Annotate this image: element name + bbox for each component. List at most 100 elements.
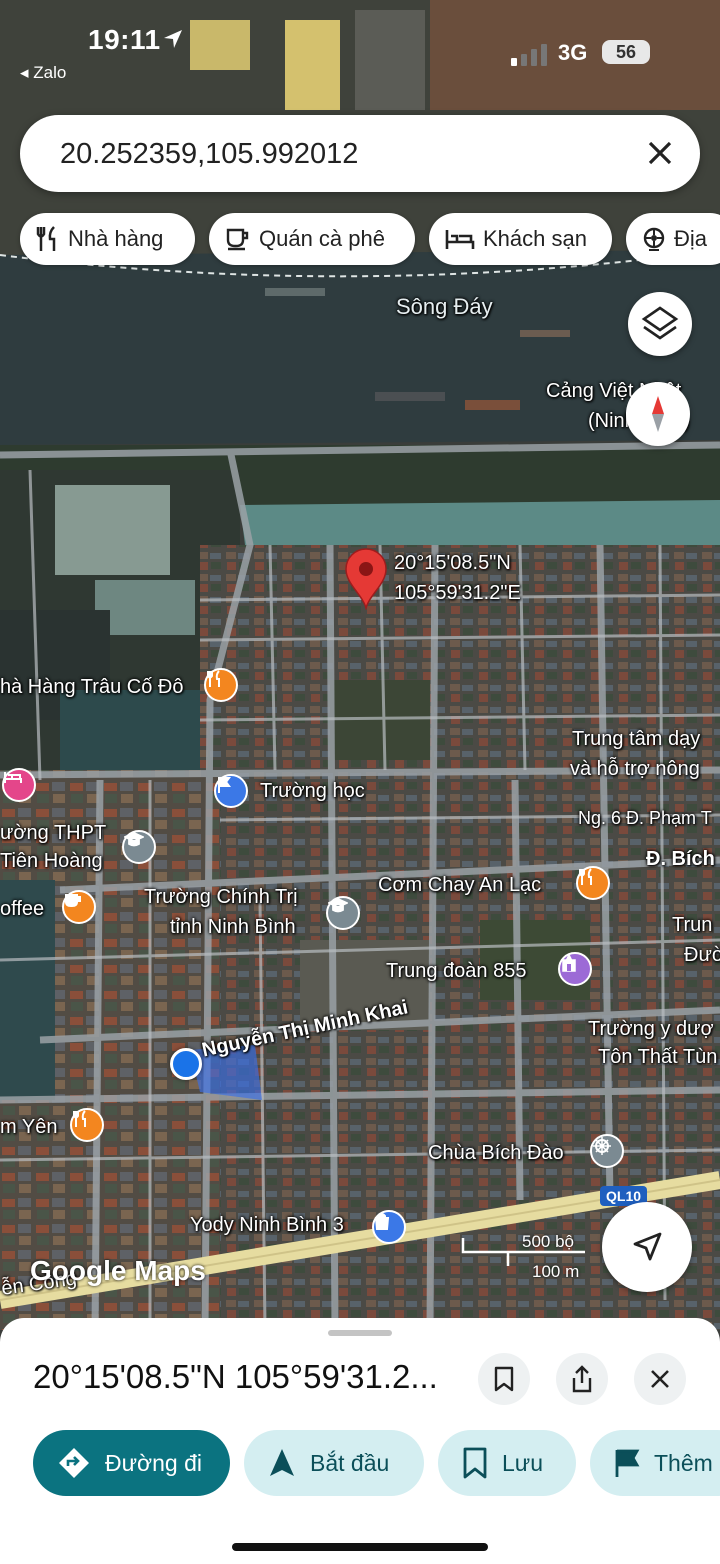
restaurant-icon: [36, 226, 56, 251]
chip-coffee-label: Quán cà phê: [259, 226, 385, 251]
coffee-icon: [226, 228, 249, 251]
clear-search-icon[interactable]: [644, 137, 676, 169]
shopping-bag-icon: [374, 1213, 390, 1230]
pagoda-poi[interactable]: [590, 1134, 624, 1168]
directions-button[interactable]: Đường đi: [33, 1430, 230, 1496]
restaurant-icon: [579, 868, 592, 885]
category-chips: Nhà hàng Quán cà phê Khách sạn Địa: [20, 213, 720, 265]
close-sheet-button[interactable]: [634, 1353, 686, 1405]
bookmark-icon: [463, 1447, 487, 1479]
yody-store-poi[interactable]: [372, 1210, 406, 1244]
vegetarian-restaurant-label[interactable]: Cơm Chay An Lạc: [378, 874, 541, 897]
chip-coffee[interactable]: Quán cà phê: [209, 213, 415, 265]
map-view[interactable]: Sông Đáy Cảng Việt Nhật (Ninh Bình) 20°1…: [0, 0, 720, 1330]
battery-indicator: 56: [602, 40, 650, 64]
map-pin-icon: [345, 548, 387, 610]
chip-hotels[interactable]: Khách sạn: [429, 213, 612, 265]
scale-metric: 100 m: [532, 1262, 580, 1281]
coffee-label[interactable]: offee: [0, 898, 44, 921]
search-bar[interactable]: [20, 115, 700, 192]
scale-bar: 500 bộ 100 m: [460, 1232, 590, 1292]
share-icon: [572, 1365, 592, 1393]
chip-attractions[interactable]: Địa: [626, 213, 720, 265]
save-label: Lưu: [502, 1449, 543, 1476]
back-to-app-link[interactable]: ◂ Zalo: [20, 63, 66, 83]
flag-marker-icon: [218, 777, 231, 793]
alley-label: Ng. 6 Đ. Phạm T: [578, 808, 712, 828]
trun-sublabel: Đườ: [684, 944, 720, 966]
restaurant-icon: [207, 670, 220, 687]
restaurant-poi[interactable]: [204, 668, 238, 702]
training-center-sublabel: và hỗ trợ nông: [570, 758, 700, 780]
coffee-poi[interactable]: [62, 890, 96, 924]
current-location-dot: [170, 1048, 202, 1080]
flag-icon: [615, 1449, 640, 1477]
high-school-poi[interactable]: [122, 830, 156, 864]
navigation-arrow-icon: [633, 1232, 662, 1261]
regiment-poi[interactable]: [558, 952, 592, 986]
home-indicator[interactable]: [232, 1543, 488, 1551]
medical-school-label[interactable]: Trường y dượ: [588, 1018, 714, 1041]
chip-attractions-label: Địa: [674, 226, 708, 251]
save-place-button[interactable]: [478, 1353, 530, 1405]
compass-button[interactable]: [626, 382, 690, 446]
google-maps-logo: Google Maps: [30, 1255, 206, 1286]
action-buttons-row: Đường đi Bắt đầu Lưu Thêm: [0, 1430, 720, 1496]
yody-store-label[interactable]: Yody Ninh Bình 3: [190, 1214, 344, 1237]
graduation-cap-icon: [328, 898, 348, 913]
river-label: Sông Đáy: [396, 294, 493, 319]
scale-imperial: 500 bộ: [522, 1232, 574, 1251]
chip-hotels-label: Khách sạn: [483, 226, 587, 251]
coffee-cup-icon: [65, 894, 81, 907]
chip-restaurants-label: Nhà hàng: [68, 226, 164, 251]
school-poi[interactable]: [214, 774, 248, 808]
trun-label[interactable]: Trun: [672, 914, 712, 937]
politics-school-label[interactable]: Trường Chính Trị: [144, 886, 298, 909]
close-icon: [651, 1370, 669, 1388]
pin-coordinate-lat: 20°15'08.5"N: [394, 552, 511, 574]
share-button[interactable]: [556, 1353, 608, 1405]
place-title: 20°15'08.5"N 105°59'31.2...: [33, 1358, 438, 1395]
politics-school-poi[interactable]: [326, 896, 360, 930]
training-center-label[interactable]: Trung tâm dạy: [572, 728, 700, 751]
save-button[interactable]: Lưu: [438, 1430, 576, 1496]
restaurant-trau-label[interactable]: hà Hàng Trâu Cố Đô: [0, 676, 183, 699]
graduation-cap-icon: [124, 832, 144, 847]
directions-icon: [59, 1448, 89, 1478]
high-school-label[interactable]: ường THPT: [0, 822, 106, 845]
medical-school-sublabel: Tôn Thất Tùn: [598, 1046, 718, 1068]
pagoda-label[interactable]: Chùa Bích Đào: [428, 1142, 564, 1165]
regiment-label[interactable]: Trung đoàn 855: [386, 960, 526, 983]
street-bich-label: Đ. Bích: [646, 848, 715, 870]
my-location-button[interactable]: [602, 1202, 692, 1292]
bed-icon: [4, 772, 22, 783]
landmark-icon: [562, 954, 576, 972]
high-school-sublabel: Tiên Hoàng: [0, 850, 103, 872]
layers-button[interactable]: [628, 292, 692, 356]
signal-strength-icon: [511, 44, 547, 66]
hotel-poi[interactable]: [2, 768, 36, 802]
status-bar: 19:11 ◂ Zalo 3G 56: [0, 0, 720, 100]
start-button[interactable]: Bắt đầu: [244, 1430, 424, 1496]
dharma-wheel-icon: [593, 1137, 611, 1155]
more-button[interactable]: Thêm: [590, 1430, 720, 1496]
school-label[interactable]: Trường học: [260, 780, 365, 803]
dropped-pin[interactable]: [344, 548, 388, 610]
place-bottom-sheet[interactable]: 20°15'08.5"N 105°59'31.2... Đường đi Bắt…: [0, 1318, 720, 1564]
vegetarian-restaurant-poi[interactable]: [576, 866, 610, 900]
bookmark-icon: [494, 1366, 514, 1392]
yen-restaurant-poi[interactable]: [70, 1108, 104, 1142]
restaurant-icon: [73, 1110, 86, 1127]
search-input[interactable]: [58, 131, 622, 177]
politics-school-sublabel: tỉnh Ninh Bình: [170, 916, 296, 938]
attractions-icon: [643, 227, 665, 251]
hotel-icon: [445, 230, 475, 249]
yen-restaurant-label[interactable]: m Yên: [0, 1116, 57, 1139]
chip-restaurants[interactable]: Nhà hàng: [20, 213, 195, 265]
more-label: Thêm: [654, 1449, 713, 1476]
location-arrow-icon: [164, 30, 182, 48]
satellite-imagery: [0, 0, 720, 1330]
sheet-drag-handle[interactable]: [328, 1330, 392, 1336]
status-time: 19:11: [88, 24, 161, 55]
directions-label: Đường đi: [105, 1449, 202, 1476]
